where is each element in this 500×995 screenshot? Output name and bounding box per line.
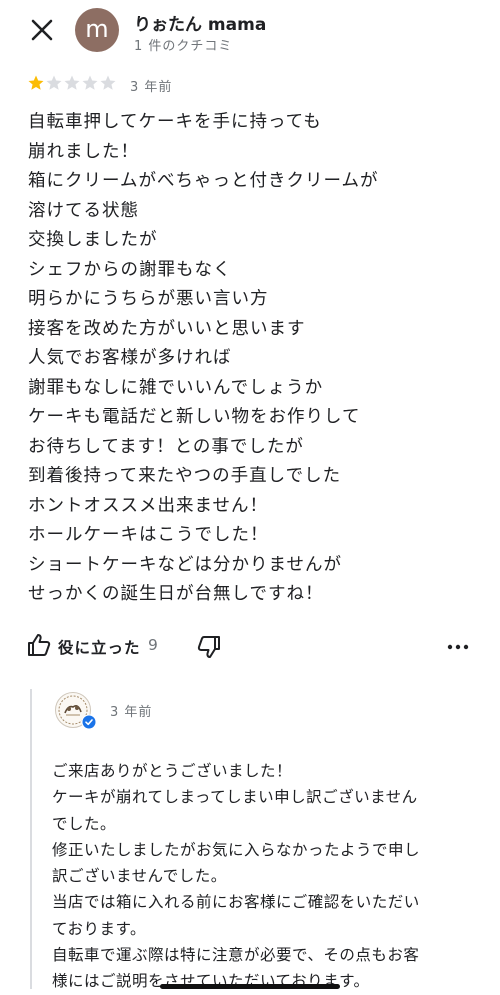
reviewer-review-count: 1 件のクチコミ	[134, 39, 233, 54]
review-text-line: 人気でお客様が多ければ	[28, 348, 232, 368]
owner-reply-text: ご来店ありがとうございました！ ケーキが崩れてしまってしまい申し訳ございません でし…	[52, 758, 472, 995]
review-text-line: ショートケーキなどは分かりませんが	[28, 554, 342, 575]
owner-reply-line: 訳ございませんでした。	[52, 867, 227, 886]
owner-reply-line: 当店では箱に入れる前にお客様にご確認をいただい	[52, 893, 420, 912]
review-text-line: ホントオススメ出来ません！	[28, 495, 268, 516]
thumb-up-icon[interactable]	[26, 632, 52, 658]
star-filled-icon	[28, 75, 44, 90]
helpful-button[interactable]: 役に立った	[58, 636, 141, 658]
review-header: m りぉたん mama 1 件のクチコミ	[0, 0, 500, 70]
owner-reply-line: ご来店ありがとうございました！	[52, 762, 293, 780]
review-text-line: 到着後持って来たやつの手直しでした	[28, 466, 342, 486]
verified-badge-icon	[81, 714, 97, 730]
review-text-line: 崩れました！	[28, 141, 139, 162]
review-text-line: せっかくの誕生日が台無しですね！	[28, 584, 324, 604]
review-date: 3 年前	[130, 80, 173, 95]
close-icon[interactable]	[26, 14, 58, 46]
owner-reply-line: ケーキが崩れてしまってしまい申し訳ございません	[52, 788, 418, 807]
review-text-line: 自転車押してケーキを手に持っても	[28, 112, 322, 132]
more-horizontal-icon[interactable]	[444, 635, 472, 659]
thumb-down-icon[interactable]	[196, 634, 222, 660]
star-empty-icon	[64, 75, 80, 90]
review-text-line: シェフからの謝罪もなく	[28, 259, 232, 280]
star-empty-icon	[46, 75, 62, 90]
review-text-line: ホールケーキはこうでした！	[28, 525, 269, 545]
star-rating	[27, 74, 117, 94]
owner-reply-line: 自転車で運ぶ際は特に注意が必要で、その点もお客	[52, 946, 420, 965]
review-text-line: 箱にクリームがべちゃっと付きクリームが	[28, 171, 379, 191]
review-text-line: 謝罪もなしに雑でいいんでしょうか	[28, 377, 324, 398]
owner-reply-line: 修正いたしましたがお気に入らなかったようで申し	[52, 840, 421, 859]
owner-reply-line: でした。	[52, 814, 117, 833]
review-text: 自転車押してケーキを手に持っても 崩れました！ 箱にクリームがべちゃっと付きクリーム…	[28, 108, 478, 610]
review-actions: 役に立った 9	[26, 632, 476, 662]
review-text-line: 接客を改めた方がいいと思います	[28, 318, 306, 339]
review-text-line: 交換しましたが	[28, 230, 158, 250]
star-empty-icon	[100, 75, 116, 90]
avatar[interactable]: m	[75, 8, 119, 52]
helpful-count: 9	[148, 636, 158, 654]
owner-reply-date: 3 年前	[110, 705, 153, 720]
review-text-line: 溶けてる状態	[28, 200, 139, 221]
review-text-line: 明らかにうちらが悪い言い方	[28, 289, 269, 309]
reviewer-name[interactable]: りぉたん mama	[134, 10, 266, 35]
reply-divider	[30, 689, 32, 989]
owner-reply-line: ております。	[52, 919, 146, 938]
review-text-line: ケーキも電話だと新しい物をお作りして	[28, 407, 361, 427]
owner-reply-line: 様にはご説明をさせていただいております。	[52, 972, 370, 991]
star-empty-icon	[82, 75, 98, 90]
review-text-line: お待ちしてます！との事でしたが	[28, 436, 304, 457]
home-indicator	[160, 984, 340, 989]
